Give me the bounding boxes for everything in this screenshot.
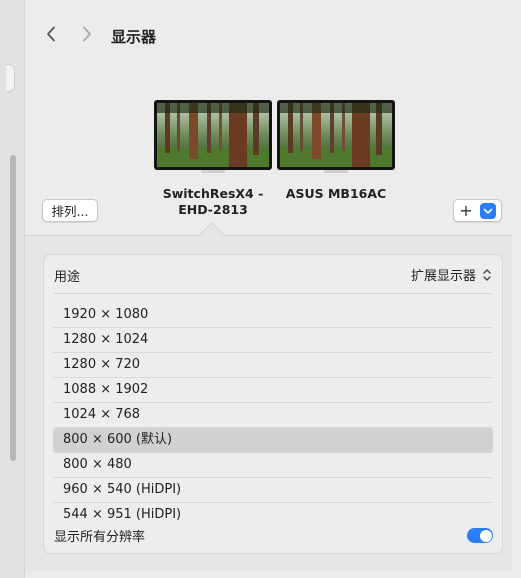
resolution-option[interactable]: 544 × 951 (HiDPI): [53, 503, 493, 527]
display-name-1: SwitchResX4 - EHD-2813: [162, 186, 264, 217]
wallpaper-preview: [280, 103, 392, 167]
resolution-option[interactable]: 1920 × 1080: [53, 303, 493, 328]
resolution-option[interactable]: 1280 × 720: [53, 353, 493, 378]
chevron-left-icon: [47, 26, 55, 42]
display-name-2: ASUS MB16AC: [285, 186, 387, 201]
chevron-right-icon: [83, 26, 91, 42]
usage-popup[interactable]: 扩展显示器: [411, 265, 492, 284]
settings-card: 用途 扩展显示器 1920 × 1080 1280 × 1024 1280 × …: [43, 254, 503, 554]
add-display-button[interactable]: +: [453, 199, 502, 222]
resolution-option[interactable]: 800 × 480: [53, 453, 493, 478]
show-all-resolutions-label: 显示所有分辨率: [54, 530, 146, 545]
page-title: 显示器: [111, 28, 157, 46]
usage-label: 用途: [54, 270, 81, 285]
sidebar-search-field[interactable]: [6, 64, 15, 92]
resolution-option[interactable]: 1088 × 1902: [53, 378, 493, 403]
resolution-option[interactable]: 960 × 540 (HiDPI): [53, 478, 493, 503]
sidebar: [0, 0, 25, 578]
up-down-chevron-icon: [483, 268, 491, 281]
plus-icon: +: [459, 200, 473, 220]
main-pane: 显示器 SwitchResX4 - EHD-2813 ASUS MB16AC 排…: [25, 0, 512, 578]
resolution-option[interactable]: 1280 × 1024: [53, 328, 493, 353]
back-button[interactable]: [39, 22, 63, 46]
forward-button[interactable]: [75, 22, 99, 46]
settings-window: 显示器 SwitchResX4 - EHD-2813 ASUS MB16AC 排…: [0, 0, 521, 578]
display-thumbnail-2[interactable]: [277, 100, 395, 173]
sidebar-scrollbar[interactable]: [10, 155, 16, 461]
resolution-list: 1920 × 1080 1280 × 1024 1280 × 720 1088 …: [53, 303, 493, 527]
resolution-option[interactable]: 1024 × 768: [53, 403, 493, 428]
divider: [54, 293, 492, 294]
chevron-down-icon[interactable]: [480, 202, 496, 219]
usage-value: 扩展显示器: [410, 269, 476, 284]
resolution-option-selected[interactable]: 800 × 600 (默认): [53, 428, 493, 453]
wallpaper-preview: [157, 103, 269, 167]
show-all-resolutions-toggle[interactable]: [467, 528, 493, 543]
arrange-button[interactable]: 排列...: [42, 199, 98, 222]
display-thumbnail-1[interactable]: [154, 100, 272, 173]
toggle-knob: [479, 529, 492, 542]
